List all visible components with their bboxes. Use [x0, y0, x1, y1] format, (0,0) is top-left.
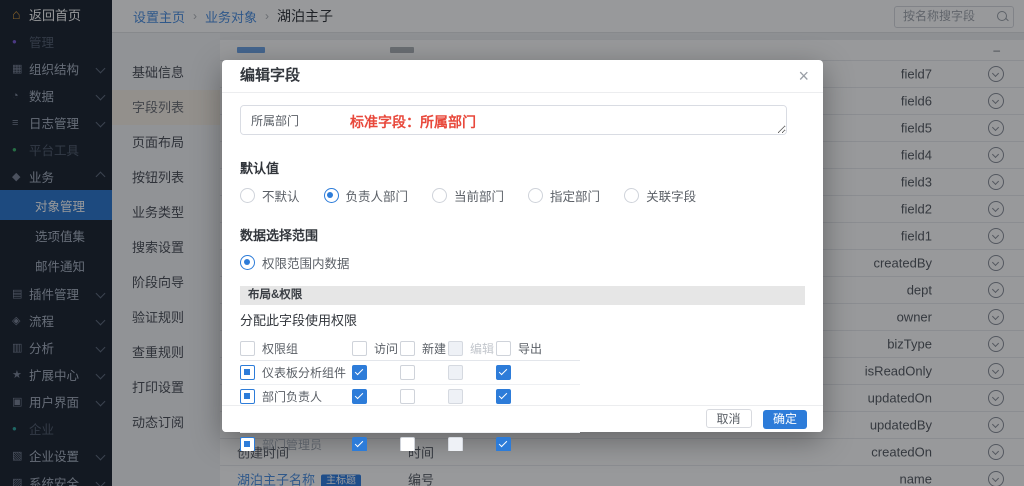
- edit-field-modal: 编辑字段 × 所属部门 标准字段：所属部门 默认值 不默认 负责人部门: [222, 60, 823, 432]
- cancel-button[interactable]: 取消: [706, 409, 752, 428]
- create-checkbox[interactable]: [400, 389, 415, 404]
- radio-icon: [432, 188, 447, 203]
- radio-icon: [528, 188, 543, 203]
- radio-owner-dept[interactable]: 负责人部门: [324, 186, 409, 205]
- radio-icon: [624, 188, 639, 203]
- create-checkbox[interactable]: [400, 437, 415, 451]
- field-name-input[interactable]: 所属部门: [240, 105, 787, 135]
- modal-footer: 取消 确定: [222, 405, 823, 432]
- modal-title: 编辑字段: [240, 60, 300, 92]
- permission-table: 权限组 访问 新建 编辑: [240, 336, 580, 451]
- select-all-groups-checkbox[interactable]: [240, 341, 255, 356]
- assign-permission-label: 分配此字段使用权限: [240, 310, 803, 329]
- modal-body: 所属部门 标准字段：所属部门 默认值 不默认 负责人部门 当前部门: [222, 93, 823, 451]
- radio-specified-dept[interactable]: 指定部门: [528, 186, 600, 205]
- radio-no-default[interactable]: 不默认: [240, 186, 300, 205]
- export-checkbox[interactable]: [496, 365, 511, 380]
- edit-checkbox: [448, 389, 463, 404]
- export-checkbox[interactable]: [496, 437, 511, 451]
- edit-column-checkbox: [448, 341, 463, 356]
- default-value-label: 默认值: [240, 158, 803, 177]
- row-select-checkbox[interactable]: [240, 389, 255, 404]
- radio-checked-icon: [240, 255, 255, 270]
- radio-related-field[interactable]: 关联字段: [624, 186, 696, 205]
- create-checkbox[interactable]: [400, 365, 415, 380]
- perm-row-dashboard-widget: 仪表板分析组件: [240, 361, 580, 385]
- data-scope-options: 权限范围内数据: [240, 253, 803, 272]
- radio-current-dept[interactable]: 当前部门: [432, 186, 504, 205]
- radio-checked-icon: [324, 188, 339, 203]
- modal-header: 编辑字段 ×: [222, 60, 823, 93]
- data-scope-label: 数据选择范围: [240, 225, 803, 244]
- confirm-button[interactable]: 确定: [763, 410, 807, 429]
- permission-table-header: 权限组 访问 新建 编辑: [240, 336, 580, 361]
- app-root: ⌂ 返回首页 ● 管理 ▦ 组织结构 ◔ 数据 ≡ 日志管理 ● 平台工具 ◆ …: [0, 0, 1024, 486]
- export-column-checkbox[interactable]: [496, 341, 511, 356]
- radio-icon: [240, 188, 255, 203]
- close-icon[interactable]: ×: [798, 63, 809, 89]
- create-column-checkbox[interactable]: [400, 341, 415, 356]
- field-name-wrapper: 所属部门 标准字段：所属部门: [240, 105, 787, 140]
- export-checkbox[interactable]: [496, 389, 511, 404]
- row-select-checkbox[interactable]: [240, 365, 255, 380]
- access-checkbox[interactable]: [352, 365, 367, 380]
- default-value-options: 不默认 负责人部门 当前部门 指定部门 关联字段: [240, 186, 803, 205]
- edit-checkbox: [448, 365, 463, 380]
- access-column-checkbox[interactable]: [352, 341, 367, 356]
- perm-row-dept-admin: 部门管理员: [240, 433, 580, 451]
- layout-permission-section-header: 布局&权限: [240, 286, 805, 305]
- edit-checkbox: [448, 437, 463, 451]
- access-checkbox[interactable]: [352, 389, 367, 404]
- row-select-checkbox[interactable]: [240, 437, 255, 451]
- access-checkbox[interactable]: [352, 437, 367, 451]
- radio-permission-scope-data[interactable]: 权限范围内数据: [240, 253, 350, 272]
